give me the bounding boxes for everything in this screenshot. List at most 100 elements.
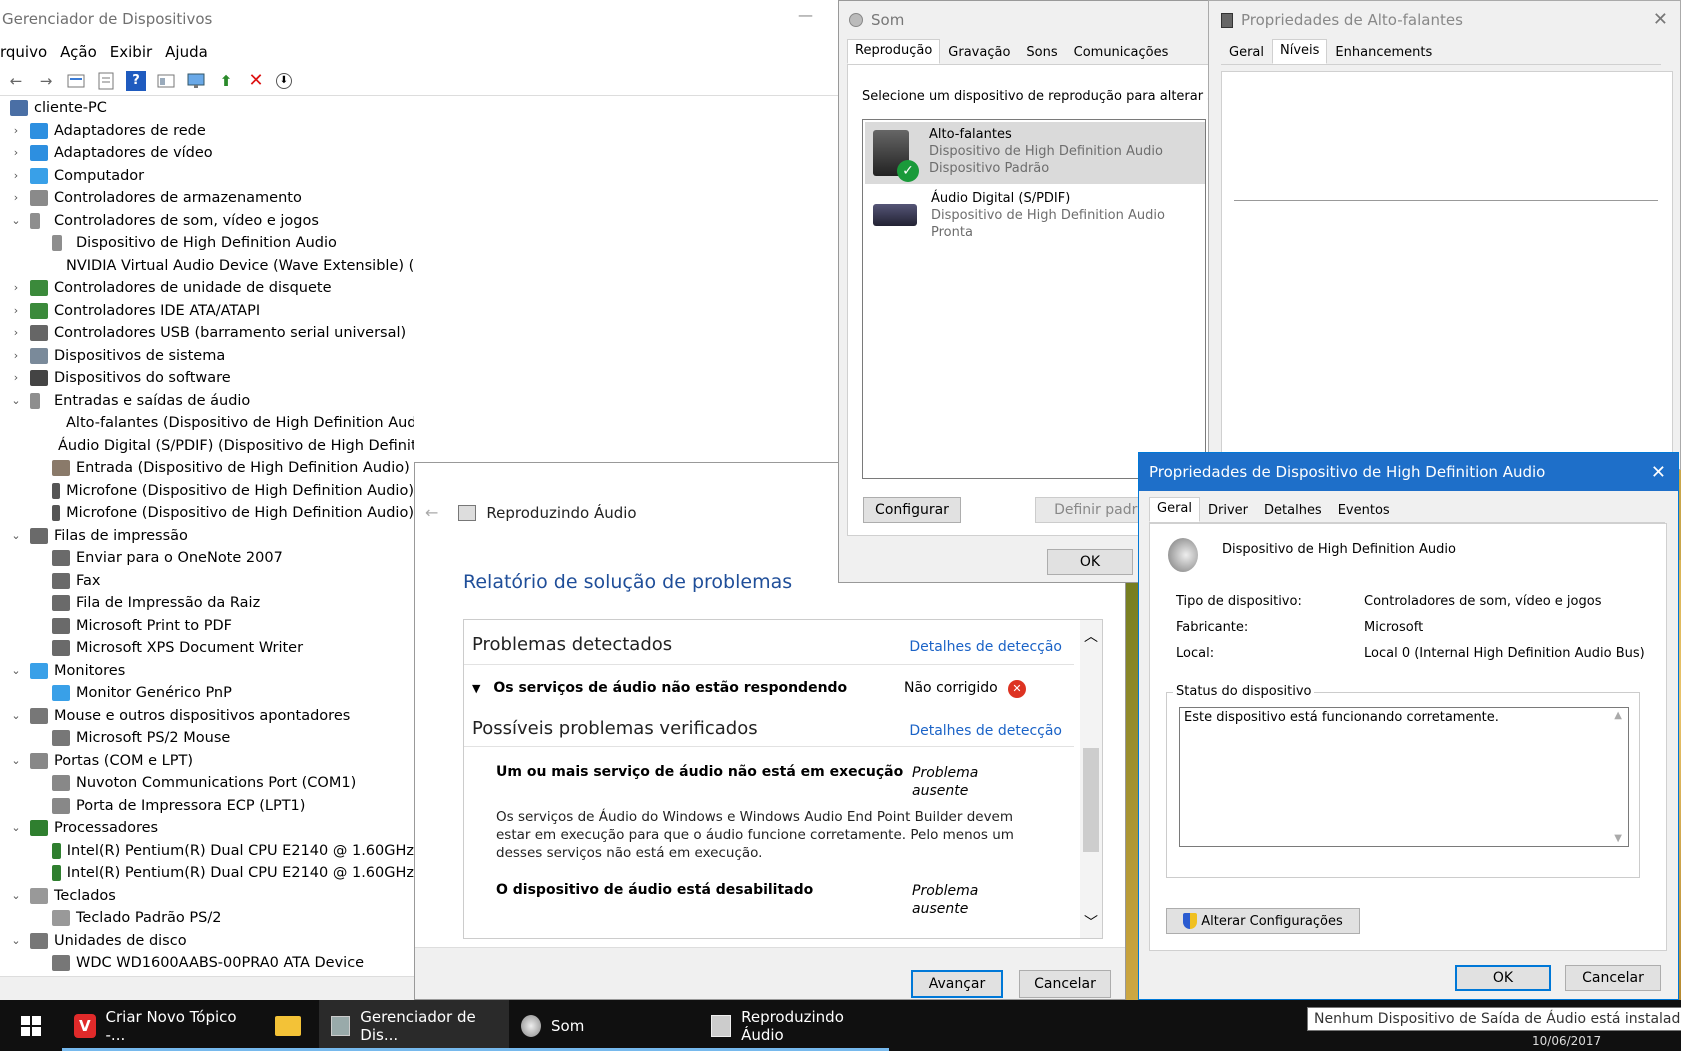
chevron-down-icon[interactable]: ⌄ xyxy=(8,885,24,908)
menu-action[interactable]: Ação xyxy=(60,43,110,61)
chevron-down-icon[interactable]: ⌄ xyxy=(8,930,24,953)
taskbar-item-vivaldi[interactable]: V Criar Novo Tópico -... xyxy=(62,1000,257,1051)
tree-item[interactable]: Microsoft PS/2 Mouse xyxy=(0,727,414,750)
view-icon[interactable] xyxy=(156,71,176,91)
tree-item[interactable]: › Dispositivos do software xyxy=(0,367,414,390)
cancel-button[interactable]: Cancelar xyxy=(1019,970,1111,998)
taskbar-item-troubleshooter[interactable]: Reproduzindo Áudio xyxy=(699,1000,889,1051)
chevron-right-icon[interactable]: › xyxy=(8,142,24,165)
tree-item[interactable]: Microsoft Print to PDF xyxy=(0,615,414,638)
tree-item[interactable]: Áudio Digital (S/PDIF) (Dispositivo de H… xyxy=(0,435,414,458)
chevron-down-icon[interactable]: ⌄ xyxy=(8,525,24,548)
chevron-down-icon[interactable]: ⌄ xyxy=(8,750,24,773)
tree-item[interactable]: › Controladores IDE ATA/ATAPI xyxy=(0,300,414,323)
uninstall-x-icon[interactable]: ✕ xyxy=(246,70,266,91)
scroll-down-icon[interactable]: ▼ xyxy=(1614,833,1622,844)
tree-item[interactable]: › Adaptadores de rede xyxy=(0,120,414,143)
tree-item[interactable]: Teclado Padrão PS/2 xyxy=(0,907,414,930)
tab-sounds[interactable]: Sons xyxy=(1018,41,1065,64)
ok-button[interactable]: OK xyxy=(1455,965,1551,991)
tab-playback[interactable]: Reprodução xyxy=(847,39,941,64)
tree-item[interactable]: Monitor Genérico PnP xyxy=(0,682,414,705)
tree-item[interactable]: Dispositivo de High Definition Audio xyxy=(0,232,414,255)
tree-item[interactable]: › Adaptadores de vídeo xyxy=(0,142,414,165)
tree-item[interactable]: Microfone (Dispositivo de High Definitio… xyxy=(0,502,414,525)
tree-item[interactable]: ⌄ Controladores de som, vídeo e jogos xyxy=(0,210,414,233)
tree-item[interactable]: ⌄ Mouse e outros dispositivos apontadores xyxy=(0,705,414,728)
menu-help[interactable]: Ajuda xyxy=(165,43,221,61)
start-button[interactable] xyxy=(0,1000,62,1051)
tab-general[interactable]: Geral xyxy=(1221,41,1272,64)
tree-item[interactable]: Intel(R) Pentium(R) Dual CPU E2140 @ 1.6… xyxy=(0,862,414,885)
device-spdif[interactable]: Áudio Digital (S/PDIF) Dispositivo de Hi… xyxy=(865,186,1205,248)
cancel-button[interactable]: Cancelar xyxy=(1565,965,1661,991)
taskbar-item-sound[interactable]: Som xyxy=(509,1000,699,1051)
tree-item[interactable]: ⌄ Monitores xyxy=(0,660,414,683)
chevron-right-icon[interactable]: › xyxy=(8,300,24,323)
close-icon[interactable]: ✕ xyxy=(1651,462,1666,483)
tab-enhancements[interactable]: Enhancements xyxy=(1327,41,1440,64)
chevron-right-icon[interactable]: › xyxy=(8,165,24,188)
tab-recording[interactable]: Gravação xyxy=(940,41,1018,64)
collapse-triangle-icon[interactable]: ▼ xyxy=(472,682,480,695)
tab-driver[interactable]: Driver xyxy=(1200,499,1256,522)
chevron-down-icon[interactable]: ⌄ xyxy=(8,817,24,840)
detection-details-link[interactable]: Detalhes de detecção xyxy=(909,639,1062,655)
tree-item[interactable]: Fila de Impressão da Raiz xyxy=(0,592,414,615)
taskbar-item-device-manager[interactable]: Gerenciador de Dis... xyxy=(319,1000,509,1051)
taskbar-item-explorer[interactable] xyxy=(257,1000,319,1051)
forward-arrow-icon[interactable]: → xyxy=(36,71,56,91)
tree-item[interactable]: Alto-falantes (Dispositivo de High Defin… xyxy=(0,412,414,435)
tree-item[interactable]: ⌄ Processadores xyxy=(0,817,414,840)
status-textbox[interactable]: Este dispositivo está funcionando corret… xyxy=(1179,707,1629,847)
tree-item[interactable]: › Controladores USB (barramento serial un… xyxy=(0,322,414,345)
scroll-thumb[interactable] xyxy=(1083,748,1099,852)
chevron-right-icon[interactable]: › xyxy=(8,187,24,210)
scroll-down-icon[interactable]: ﹀ xyxy=(1084,912,1098,932)
chevron-down-icon[interactable]: ⌄ xyxy=(8,210,24,233)
tree-item[interactable]: Enviar para o OneNote 2007 xyxy=(0,547,414,570)
tree-item[interactable]: ⌄ Unidades de disco xyxy=(0,930,414,953)
sound-ok-button[interactable]: OK xyxy=(1047,549,1133,575)
chevron-down-icon[interactable]: ⌄ xyxy=(8,390,24,413)
configure-button[interactable]: Configurar xyxy=(863,497,961,523)
tree-item[interactable]: NVIDIA Virtual Audio Device (Wave Extens… xyxy=(0,255,414,278)
horizontal-scrollbar[interactable] xyxy=(0,976,414,1000)
tree-item[interactable]: ⌄ Teclados xyxy=(0,885,414,908)
tree-item[interactable]: › Dispositivos de sistema xyxy=(0,345,414,368)
chevron-down-icon[interactable]: ⌄ xyxy=(8,705,24,728)
tree-item[interactable]: Entrada (Dispositivo de High Definition … xyxy=(0,457,414,480)
tree-item[interactable]: Intel(R) Pentium(R) Dual CPU E2140 @ 1.6… xyxy=(0,840,414,863)
tab-events[interactable]: Eventos xyxy=(1330,499,1398,522)
disable-device-icon[interactable]: ⬇ xyxy=(276,72,292,89)
device-speakers[interactable]: ✓ Alto-falantes Dispositivo de High Defi… xyxy=(865,122,1205,184)
properties-icon[interactable] xyxy=(66,71,86,91)
tree-item[interactable]: WDC WD1600AABS-00PRA0 ATA Device xyxy=(0,952,414,975)
tab-general[interactable]: Geral xyxy=(1149,497,1200,522)
tab-communications[interactable]: Comunicações xyxy=(1066,41,1177,64)
tab-details[interactable]: Detalhes xyxy=(1256,499,1330,522)
next-button[interactable]: Avançar xyxy=(911,970,1003,998)
tree-item[interactable]: Microfone (Dispositivo de High Definitio… xyxy=(0,480,414,503)
chevron-right-icon[interactable]: › xyxy=(8,322,24,345)
tree-item[interactable]: › Controladores de armazenamento xyxy=(0,187,414,210)
change-settings-button[interactable]: Alterar Configurações xyxy=(1166,908,1360,934)
tree-item[interactable]: ⌄ Portas (COM e LPT) xyxy=(0,750,414,773)
vertical-scrollbar[interactable]: ︿ ﹀ xyxy=(1080,620,1102,938)
tree-item[interactable]: ⌄ Filas de impressão xyxy=(0,525,414,548)
chevron-down-icon[interactable]: ⌄ xyxy=(8,660,24,683)
minimize-button[interactable]: — xyxy=(798,6,813,24)
tree-item[interactable]: › Computador xyxy=(0,165,414,188)
chevron-right-icon[interactable]: › xyxy=(8,120,24,143)
update-driver-icon[interactable]: ⬆ xyxy=(216,71,236,91)
detection-details-link-2[interactable]: Detalhes de detecção xyxy=(909,723,1062,739)
back-arrow-icon[interactable]: ← xyxy=(6,71,26,91)
menu-view[interactable]: Exibir xyxy=(110,43,165,61)
help-icon[interactable]: ? xyxy=(126,70,146,91)
scroll-up-icon[interactable]: ▲ xyxy=(1614,710,1622,721)
tree-item[interactable]: Microsoft XPS Document Writer xyxy=(0,637,414,660)
scroll-up-icon[interactable]: ︿ xyxy=(1084,626,1098,646)
chevron-right-icon[interactable]: › xyxy=(8,367,24,390)
problem-row[interactable]: ▼ Os serviços de áudio não estão respond… xyxy=(472,680,1066,698)
scan-hardware-icon[interactable] xyxy=(186,71,206,91)
